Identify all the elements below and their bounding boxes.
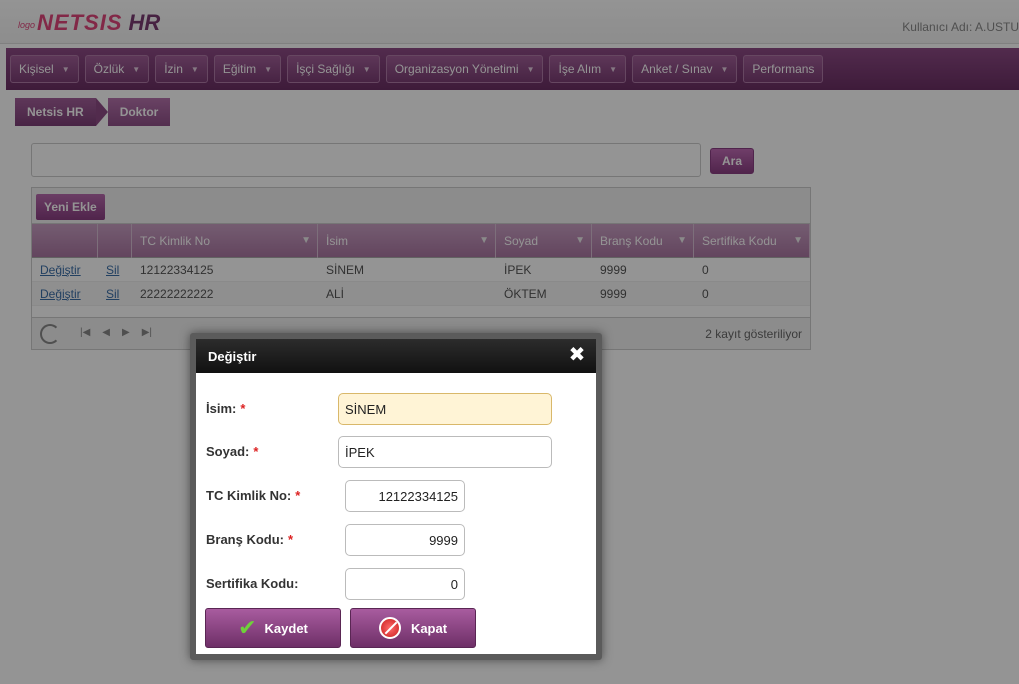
isim-label: İsim: * (206, 401, 245, 416)
brans-field[interactable]: 9999 (345, 524, 465, 556)
tc-label: TC Kimlik No: * (206, 488, 300, 503)
cancel-icon (378, 617, 401, 639)
isim-label-text: İsim: (206, 401, 237, 416)
close-button-label: Kapat (410, 620, 448, 636)
sertifika-label: Sertifika Kodu: (206, 576, 299, 591)
save-button[interactable]: ✔ Kaydet (205, 608, 341, 648)
dialog-title: Değiştir (208, 348, 257, 364)
brans-label: Branş Kodu: * (206, 532, 293, 547)
required-marker: * (240, 401, 246, 416)
close-button[interactable]: Kapat (350, 608, 476, 648)
tc-field[interactable]: 12122334125 (345, 480, 465, 512)
soyad-label: Soyad: * (206, 444, 258, 459)
isim-field[interactable]: SİNEM (338, 393, 552, 425)
soyad-label-text: Soyad: (206, 444, 250, 459)
required-marker: * (295, 488, 301, 503)
required-marker: * (288, 532, 294, 547)
sertifika-field[interactable]: 0 (345, 568, 465, 600)
check-icon: ✔ (238, 615, 257, 640)
edit-dialog: Değiştir ✖ İsim: * SİNEM Soyad: * İPEK TC … (190, 333, 602, 660)
dialog-title-bar: Değiştir ✖ (196, 339, 596, 373)
tc-label-text: TC Kimlik No: (206, 488, 292, 503)
soyad-field[interactable]: İPEK (338, 436, 552, 468)
close-icon[interactable]: ✖ (566, 344, 588, 366)
brans-label-text: Branş Kodu: (206, 532, 284, 547)
required-marker: * (253, 444, 259, 459)
save-button-label: Kaydet (264, 620, 308, 636)
